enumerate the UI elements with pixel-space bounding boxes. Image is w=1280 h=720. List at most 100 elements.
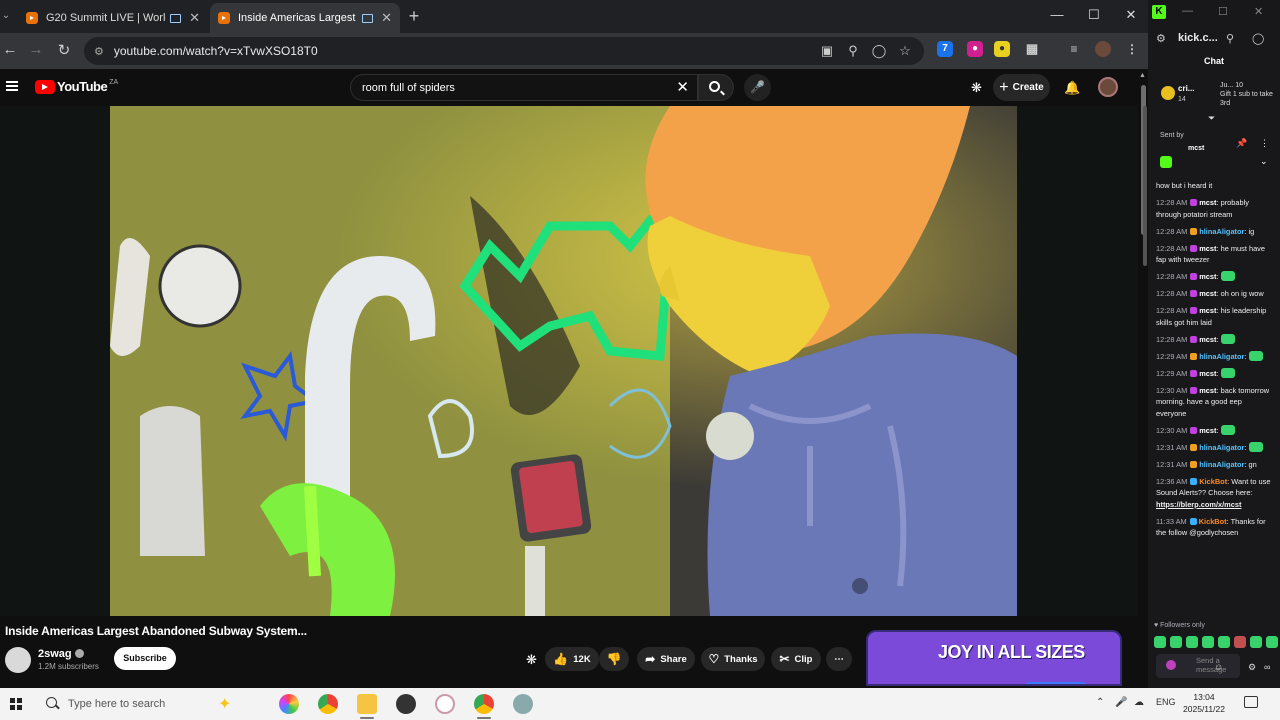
clear-search-icon[interactable]: ✕ — [676, 78, 689, 96]
file-explorer-icon[interactable] — [357, 694, 377, 714]
emote-button[interactable] — [1218, 636, 1230, 648]
chat-input[interactable]: Send a message — [1156, 654, 1240, 678]
extensions-puzzle-icon[interactable]: ▦ — [1024, 41, 1040, 57]
minimize-button[interactable]: — — [1046, 7, 1068, 22]
share-button[interactable]: ➦ Share — [637, 647, 695, 671]
tab-g20[interactable]: G20 Summit LIVE | World Le ✕ — [18, 3, 208, 33]
address-bar[interactable]: ⚙ youtube.com/watch?v=xTvwXSO18T0 ▣ ⚲ ◯ … — [84, 37, 924, 65]
more-actions-button[interactable]: ⋯ — [826, 647, 852, 671]
copilot-sparkle-icon[interactable]: ✦ — [218, 694, 231, 714]
close-tab-icon[interactable]: ✕ — [189, 10, 200, 26]
bookmark-star-icon[interactable]: ☆ — [896, 42, 914, 60]
message-username[interactable]: mcst — [1199, 272, 1216, 281]
notifications-bell-icon[interactable]: 🔔 — [1064, 80, 1080, 96]
message-username[interactable]: hlinaAligator — [1199, 227, 1244, 236]
zoom-icon[interactable]: ⚲ — [1226, 32, 1234, 45]
message-username[interactable]: mcst — [1199, 386, 1216, 395]
thanks-button[interactable]: ♡ Thanks — [701, 647, 765, 671]
ad-banner[interactable]: JOY IN ALL SIZES — [866, 630, 1122, 686]
notifications-icon[interactable] — [1244, 696, 1258, 708]
video-player[interactable] — [0, 106, 1138, 616]
subscribe-button[interactable]: Subscribe — [114, 647, 176, 670]
tray-overflow-icon[interactable]: ⌃ — [1096, 697, 1104, 708]
eye-off-icon[interactable]: ◯ — [870, 42, 888, 60]
expand-chevron-icon[interactable]: ⏷ — [1208, 113, 1215, 124]
taskbar-search[interactable]: Type here to search — [40, 692, 236, 716]
new-tab-button[interactable]: + — [404, 6, 424, 27]
dislike-button[interactable]: 👎 — [599, 647, 629, 671]
back-button[interactable]: ← — [0, 41, 20, 58]
tab-subway-video[interactable]: Inside Americas Largest Ab ✕ — [210, 3, 400, 33]
ad-cta-button[interactable] — [1024, 682, 1088, 684]
chat-scrollbar[interactable] — [1142, 76, 1148, 676]
emote-button[interactable] — [1154, 636, 1166, 648]
youtube-logo[interactable]: YouTube ZA — [35, 79, 118, 94]
message-username[interactable]: mcst — [1199, 369, 1216, 378]
clip-button[interactable]: ✂ Clip — [771, 647, 821, 671]
clock[interactable]: 13:04 2025/11/22 — [1180, 691, 1228, 715]
message-username[interactable]: mcst — [1199, 244, 1216, 253]
channel-avatar[interactable] — [5, 647, 31, 673]
app-icon[interactable] — [513, 694, 533, 714]
site-info-icon[interactable]: ⚙ — [1156, 32, 1166, 45]
message-username[interactable]: hlinaAligator — [1199, 443, 1244, 452]
minimize-button[interactable]: — — [1182, 5, 1193, 17]
paint-icon[interactable] — [435, 694, 455, 714]
message-username[interactable]: mcst — [1199, 289, 1216, 298]
close-window-button[interactable]: ✕ — [1120, 7, 1142, 23]
copilot-app-icon[interactable] — [279, 694, 299, 714]
obs-icon[interactable] — [396, 694, 416, 714]
message-username[interactable]: KickBot — [1199, 477, 1227, 486]
chevron-down-icon[interactable]: ⌄ — [1260, 156, 1268, 167]
media-controls-icon[interactable]: ≡ — [1066, 41, 1082, 57]
message-username[interactable]: mcst — [1199, 335, 1216, 344]
account-avatar[interactable] — [1098, 77, 1118, 97]
gift-leaderboard[interactable]: cri... 14 Ju... 10 Gift 1 sub to take 3r… — [1158, 80, 1276, 110]
channel-name[interactable]: 2swag — [38, 648, 84, 660]
more-icon[interactable]: ⋮ — [1260, 138, 1269, 149]
eye-off-icon[interactable]: ◯ — [1252, 32, 1264, 45]
menu-icon[interactable] — [6, 81, 18, 91]
profile-avatar-icon[interactable] — [1095, 41, 1111, 57]
message-username[interactable]: KickBot — [1199, 517, 1227, 526]
gift-icon[interactable]: ❋ — [971, 80, 982, 96]
search-button[interactable] — [698, 74, 734, 101]
message-username[interactable]: hlinaAligator — [1199, 460, 1244, 469]
video-frame[interactable] — [110, 106, 1017, 616]
maximize-button[interactable]: ☐ — [1083, 7, 1105, 23]
maximize-button[interactable]: ☐ — [1218, 5, 1228, 18]
chrome-icon[interactable] — [318, 694, 338, 714]
message-username[interactable]: mcst — [1199, 426, 1216, 435]
close-window-button[interactable]: ✕ — [1254, 5, 1263, 18]
tab-search-icon[interactable]: ⌄ — [0, 8, 12, 24]
emote-button[interactable] — [1202, 636, 1214, 648]
search-input[interactable]: room full of spiders ✕ — [350, 74, 698, 101]
emote-button[interactable] — [1186, 636, 1198, 648]
emote-button[interactable] — [1170, 636, 1182, 648]
reload-button[interactable]: ↻ — [54, 41, 74, 59]
emote-button[interactable] — [1266, 636, 1278, 648]
site-info-icon[interactable]: ⚙ — [94, 45, 104, 58]
message-username[interactable]: hlinaAligator — [1199, 352, 1244, 361]
message-username[interactable]: mcst — [1199, 198, 1216, 207]
emote-button[interactable] — [1250, 636, 1262, 648]
extension-pink-icon[interactable]: ● — [967, 41, 983, 57]
network-icon[interactable]: ☁ — [1134, 697, 1144, 708]
chrome-profile-icon[interactable] — [474, 694, 494, 714]
extension-7tv-icon[interactable]: 7 — [937, 41, 953, 57]
scrollbar-thumb[interactable] — [1143, 106, 1147, 266]
message-username[interactable]: mcst — [1199, 306, 1216, 315]
cast-icon[interactable]: ▣ — [818, 42, 836, 60]
forward-button[interactable]: → — [26, 41, 46, 58]
emote-button[interactable] — [1234, 636, 1246, 648]
users-icon[interactable]: ∞ — [1264, 662, 1270, 672]
voice-search-button[interactable]: 🎤 — [744, 74, 771, 101]
microphone-icon[interactable]: 🎤 — [1115, 697, 1127, 708]
browser-menu-icon[interactable]: ⋮ — [1124, 41, 1140, 57]
emoji-icon[interactable]: ☺ — [1214, 662, 1223, 672]
windows-start-icon[interactable] — [10, 698, 22, 710]
create-button[interactable]: + Create — [993, 74, 1050, 101]
kick-address-bar[interactable]: ⚙ kick.c... ⚲ ◯ — [1148, 30, 1280, 50]
zoom-icon[interactable]: ⚲ — [844, 42, 862, 60]
pin-icon[interactable]: 📌 — [1236, 138, 1247, 149]
